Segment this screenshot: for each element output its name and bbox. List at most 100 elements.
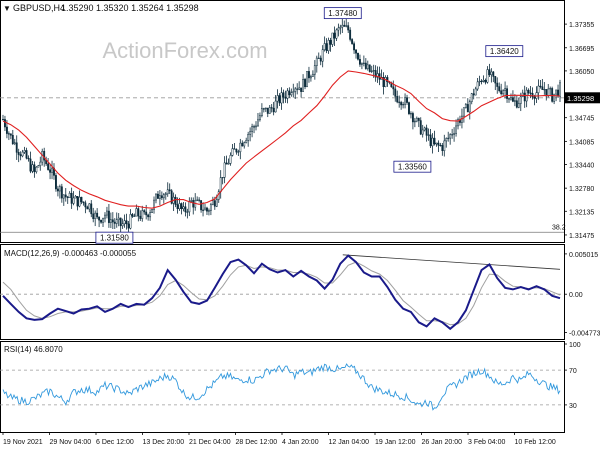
candle-body	[539, 85, 542, 88]
candle-body	[227, 163, 230, 165]
candle-body	[323, 43, 326, 50]
candle-body	[359, 59, 361, 65]
candle-body	[251, 126, 254, 132]
candle-body	[449, 134, 452, 139]
price-annotation: 1.37480	[323, 7, 362, 20]
price-tick-label: 1.37355	[569, 22, 594, 29]
candle-body	[331, 32, 334, 45]
candle-body	[400, 102, 403, 106]
candle-body	[211, 200, 214, 205]
candle-body	[298, 87, 301, 90]
candle-body	[94, 212, 97, 219]
candle-body	[296, 88, 299, 90]
candle-body	[537, 85, 540, 93]
rsi-title: RSI(14) 46.8070	[4, 345, 63, 354]
candle-body	[445, 138, 448, 142]
candle-body	[533, 96, 536, 99]
candle-body	[23, 150, 26, 153]
candle-body	[455, 125, 457, 134]
candle-body	[486, 69, 489, 83]
candle-body	[137, 208, 140, 217]
candle-body	[325, 43, 328, 52]
candle-body	[104, 214, 106, 219]
candle-body	[364, 62, 367, 69]
candle-body	[176, 204, 179, 209]
candle-body	[496, 82, 499, 87]
candle-body	[2, 119, 4, 121]
candle-body	[464, 104, 467, 108]
candle-body	[366, 64, 369, 69]
candle-body	[41, 150, 44, 163]
candle-body	[257, 119, 259, 127]
candle-body	[180, 203, 183, 210]
candle-body	[9, 133, 12, 136]
candle-body	[345, 25, 348, 27]
x-tick-label: 12 Jan 04:00	[329, 439, 370, 446]
candle-body	[184, 206, 187, 213]
candle-body	[280, 92, 283, 104]
candle-body	[64, 194, 67, 198]
candle-body	[306, 71, 308, 88]
candle-body	[372, 70, 375, 72]
candle-body	[474, 88, 477, 96]
candle-body	[121, 223, 124, 227]
candle-body	[231, 148, 234, 156]
x-tick-label: 3 Feb 04:00	[468, 439, 505, 446]
candle-body	[31, 164, 34, 172]
candle-body	[559, 82, 561, 97]
candle-body	[437, 142, 440, 146]
panel-frames	[0, 0, 565, 433]
annotation-label: 1.33560	[398, 163, 427, 172]
candle-body	[462, 107, 465, 117]
candle-body	[292, 91, 295, 93]
candle-body	[19, 154, 22, 157]
candle-body	[72, 197, 75, 204]
candle-body	[125, 220, 128, 225]
candle-body	[433, 137, 436, 145]
candle-body	[413, 120, 416, 123]
candle-body	[309, 76, 312, 79]
candle-body	[90, 203, 93, 215]
candle-body	[113, 221, 116, 224]
annotation-label: 1.31580	[100, 234, 129, 243]
candle-body	[127, 223, 130, 229]
candle-body	[290, 92, 293, 96]
candle-body	[25, 150, 28, 159]
candle-body	[337, 27, 340, 31]
candle-body	[504, 88, 507, 91]
candle-body	[294, 88, 297, 92]
candle-body	[33, 164, 36, 173]
candle-body	[547, 88, 550, 97]
price-tick-label: 1.34085	[569, 139, 594, 146]
candle-body	[274, 100, 277, 113]
candle-body	[402, 104, 405, 106]
candle-body	[329, 40, 332, 45]
candle-body	[221, 177, 224, 179]
candle-body	[302, 79, 305, 92]
candle-body	[472, 93, 475, 96]
price-annotation: 1.31580	[95, 231, 134, 244]
candle-body	[80, 196, 83, 203]
candle-body	[249, 131, 252, 135]
candle-body	[398, 101, 401, 103]
candle-body	[353, 43, 356, 51]
rsi-panel-frame	[0, 341, 565, 433]
candle-body	[423, 127, 426, 131]
annotation-label: 1.36420	[490, 47, 519, 56]
candle-body	[488, 69, 491, 76]
candle-body	[58, 186, 61, 192]
candle-body	[431, 137, 434, 147]
candle-body	[166, 189, 169, 195]
candle-body	[55, 175, 57, 190]
candle-body	[49, 169, 52, 173]
price-tick-label: 1.33440	[569, 162, 594, 169]
candle-body	[196, 199, 199, 201]
macd-trendline	[342, 254, 561, 270]
candle-body	[304, 79, 306, 88]
x-tick-label: 19 Jan 12:00	[375, 439, 416, 446]
candle-body	[266, 107, 269, 114]
candle-body	[343, 24, 346, 27]
candle-body	[435, 142, 438, 145]
candle-body	[133, 215, 136, 217]
rsi-plot	[0, 363, 564, 411]
